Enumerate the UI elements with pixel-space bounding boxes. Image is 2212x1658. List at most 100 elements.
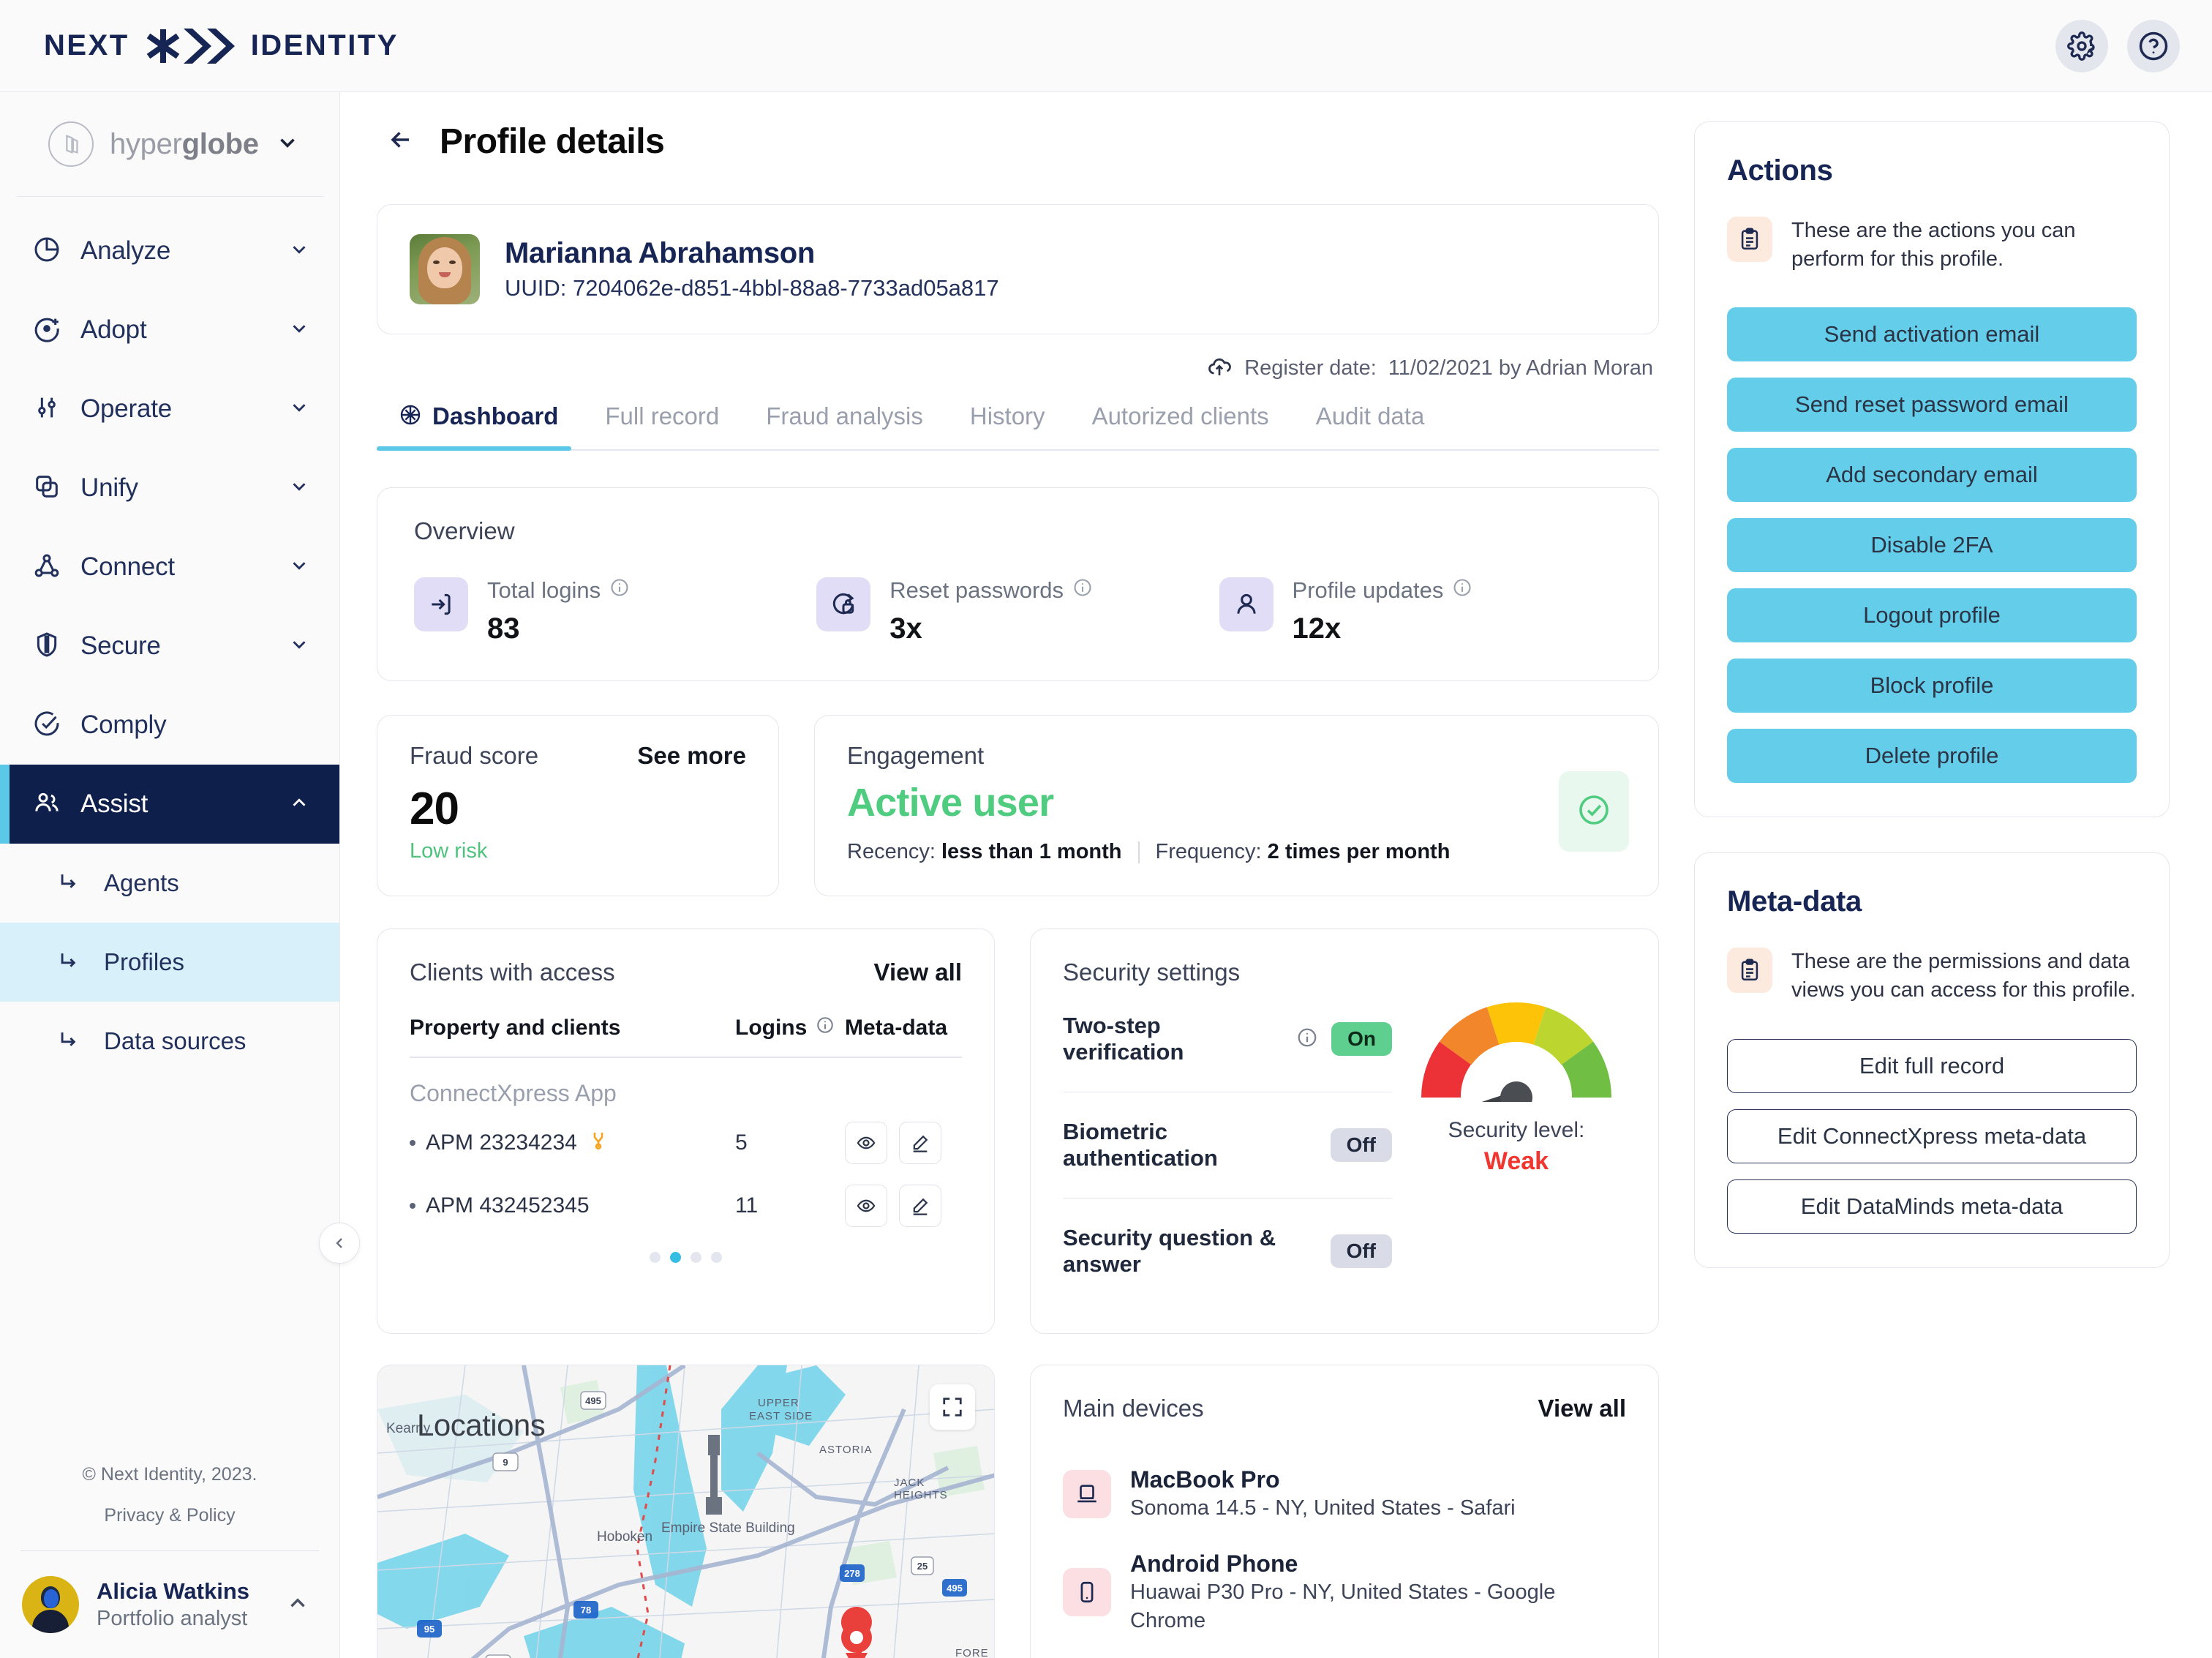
locations-map[interactable]: Kearny Hoboken Empire State Building UPP… bbox=[377, 1365, 995, 1658]
list-item[interactable]: Android Phone Huawai P30 Pro - NY, Unite… bbox=[1063, 1536, 1626, 1648]
block-profile-button[interactable]: Block profile bbox=[1727, 659, 2137, 713]
sidebar-nav: Analyze Adopt Operate Unify Connect Secu… bbox=[0, 197, 339, 1081]
question-circle-icon[interactable] bbox=[2127, 19, 2180, 72]
tab-audit-data[interactable]: Audit data bbox=[1298, 402, 1454, 449]
sidebar-item-connect[interactable]: Connect bbox=[0, 528, 339, 607]
client-name-cell: APM 23234234 bbox=[410, 1129, 735, 1157]
carousel-pager[interactable] bbox=[410, 1237, 962, 1267]
info-icon[interactable] bbox=[816, 1016, 835, 1040]
page-title: Profile details bbox=[440, 122, 665, 161]
info-icon[interactable] bbox=[1452, 577, 1472, 604]
see-more-link[interactable]: See more bbox=[637, 742, 746, 770]
info-icon[interactable] bbox=[1296, 1027, 1318, 1052]
disable-2fa-button[interactable]: Disable 2FA bbox=[1727, 518, 2137, 573]
eye-icon[interactable] bbox=[845, 1122, 887, 1164]
profile-name: Marianna Abrahamson bbox=[505, 237, 816, 270]
sidebar-collapse-toggle[interactable] bbox=[319, 1223, 360, 1264]
tab-fraud-analysis[interactable]: Fraud analysis bbox=[748, 402, 952, 449]
privacy-policy-link[interactable]: Privacy & Policy bbox=[29, 1505, 310, 1526]
list-item[interactable]: iPhone 15 Pro iOS 17 - NY, United States… bbox=[1063, 1648, 1626, 1658]
sidebar-item-data-sources[interactable]: Data sources bbox=[0, 1002, 339, 1081]
sidebar-item-analyze[interactable]: Analyze bbox=[0, 211, 339, 290]
list-item[interactable]: MacBook Pro Sonoma 14.5 - NY, United Sta… bbox=[1063, 1452, 1626, 1536]
edit-dataminds-metadata-button[interactable]: Edit DataMinds meta-data bbox=[1727, 1179, 2137, 1234]
arrow-left-icon[interactable] bbox=[387, 126, 415, 157]
tab-history[interactable]: History bbox=[952, 402, 1075, 449]
delete-profile-button[interactable]: Delete profile bbox=[1727, 729, 2137, 784]
page-header: Profile details bbox=[377, 121, 1659, 162]
tab-label: Full record bbox=[605, 402, 720, 429]
column-header-property: Property and clients bbox=[410, 1016, 621, 1040]
profile-avatar bbox=[410, 234, 480, 304]
clients-security-row: Clients with access View all Property an… bbox=[377, 929, 1659, 1334]
info-icon[interactable] bbox=[609, 577, 630, 604]
top-bar-actions bbox=[2055, 19, 2180, 72]
pager-dot[interactable] bbox=[650, 1252, 661, 1263]
client-metadata-actions bbox=[845, 1122, 962, 1164]
sidebar-item-adopt[interactable]: Adopt bbox=[0, 290, 339, 370]
sidebar-item-comply[interactable]: Comply bbox=[0, 686, 339, 765]
security-level-gauge: Security level: Weak bbox=[1407, 959, 1626, 1304]
sidebar: hyperglobe Analyze Adopt Operate Unify C… bbox=[0, 92, 360, 1658]
view-all-clients-link[interactable]: View all bbox=[874, 959, 962, 986]
pager-dot-active[interactable] bbox=[670, 1252, 681, 1263]
pencil-icon[interactable] bbox=[899, 1122, 941, 1164]
tab-full-record[interactable]: Full record bbox=[587, 402, 748, 449]
tenant-selector[interactable]: hyperglobe bbox=[16, 92, 323, 197]
view-all-devices-link[interactable]: View all bbox=[1538, 1395, 1626, 1422]
sidebar-item-label: Connect bbox=[80, 552, 175, 581]
tab-dashboard[interactable]: Dashboard bbox=[377, 402, 587, 451]
logout-profile-button[interactable]: Logout profile bbox=[1727, 588, 2137, 643]
client-name: APM 432452345 bbox=[426, 1193, 590, 1218]
actions-panel: Actions These are the actions you can pe… bbox=[1694, 121, 2170, 818]
eye-icon[interactable] bbox=[845, 1185, 887, 1227]
brand-right-text: IDENTITY bbox=[250, 29, 399, 61]
engagement-body: Engagement Active user Recency: less tha… bbox=[847, 742, 1559, 864]
stat-body: Profile updates 12x bbox=[1293, 577, 1473, 645]
pencil-icon[interactable] bbox=[899, 1185, 941, 1227]
svg-text:Hoboken: Hoboken bbox=[597, 1529, 652, 1545]
chevron-up-icon bbox=[285, 1591, 310, 1619]
sidebar-item-label: Unify bbox=[80, 473, 138, 502]
send-reset-password-email-button[interactable]: Send reset password email bbox=[1727, 378, 2137, 432]
sidebar-item-agents[interactable]: Agents bbox=[0, 844, 339, 923]
security-settings-list: Security settings Two-step verification … bbox=[1063, 959, 1407, 1304]
pager-dot[interactable] bbox=[691, 1252, 701, 1263]
svg-text:HEIGHTS: HEIGHTS bbox=[894, 1489, 948, 1501]
sidebar-item-operate[interactable]: Operate bbox=[0, 370, 339, 449]
target-plus-icon bbox=[32, 314, 61, 347]
client-metadata-actions bbox=[845, 1185, 962, 1227]
stat-body: Total logins 83 bbox=[487, 577, 630, 645]
sidebar-item-assist[interactable]: Assist bbox=[0, 765, 339, 844]
add-secondary-email-button[interactable]: Add secondary email bbox=[1727, 448, 2137, 503]
svg-text:495: 495 bbox=[585, 1395, 601, 1406]
main-content: Profile details Marianna Abrahamson UUID… bbox=[340, 92, 2212, 1658]
pager-dot[interactable] bbox=[711, 1252, 722, 1263]
laptop-icon bbox=[1063, 1469, 1111, 1518]
current-user-menu[interactable]: Alicia Watkins Portfolio analyst bbox=[0, 1551, 339, 1658]
status-badge: Off bbox=[1330, 1128, 1392, 1162]
svg-text:UPPER: UPPER bbox=[758, 1397, 800, 1409]
security-row-two-step: Two-step verification On bbox=[1063, 986, 1392, 1092]
sidebar-item-unify[interactable]: Unify bbox=[0, 449, 339, 528]
metadata-panel-note: These are the permissions and data views… bbox=[1727, 948, 2137, 1005]
info-icon[interactable] bbox=[1072, 577, 1093, 604]
sidebar-item-profiles[interactable]: Profiles bbox=[0, 923, 339, 1002]
user-icon bbox=[1219, 577, 1274, 631]
edit-connectxpress-metadata-button[interactable]: Edit ConnectXpress meta-data bbox=[1727, 1109, 2137, 1163]
edit-full-record-button[interactable]: Edit full record bbox=[1727, 1038, 2137, 1093]
top-bar: NEXT IDENTITY bbox=[0, 0, 2212, 92]
tab-label: Fraud analysis bbox=[766, 402, 923, 429]
svg-text:9: 9 bbox=[503, 1457, 508, 1468]
tab-autorized-clients[interactable]: Autorized clients bbox=[1075, 402, 1298, 449]
actions-panel-note: These are the actions you can perform fo… bbox=[1727, 217, 2137, 274]
gear-icon[interactable] bbox=[2055, 19, 2108, 72]
clipboard-icon bbox=[1727, 948, 1772, 994]
expand-icon[interactable] bbox=[930, 1384, 975, 1430]
send-activation-email-button[interactable]: Send activation email bbox=[1727, 307, 2137, 362]
actions-panel-title: Actions bbox=[1727, 154, 1833, 187]
sidebar-item-secure[interactable]: Secure bbox=[0, 607, 339, 686]
phone-icon bbox=[1063, 1568, 1111, 1617]
sliders-icon bbox=[32, 393, 61, 426]
device-details: Huawai P30 Pro - NY, United States - Goo… bbox=[1130, 1580, 1556, 1633]
